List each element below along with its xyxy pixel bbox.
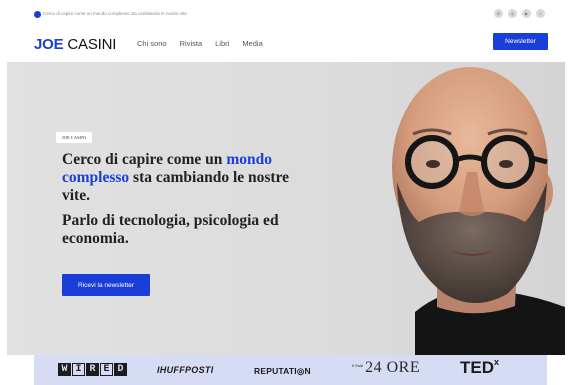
nav-item-media[interactable]: Media (242, 39, 262, 48)
hero-section: JOE CASINI Cerco di capire come un mondo… (7, 62, 565, 355)
sole-small-text: Il Sole (352, 363, 364, 368)
youtube-icon[interactable]: ▶ (522, 9, 531, 18)
hero-subheadline: Parlo di tecnologia, psicologia ed econo… (62, 212, 279, 247)
wired-letter: D (114, 363, 127, 376)
huffpost-logo: IHUFFPOSTI (157, 365, 214, 375)
tedx-logo: TEDx (460, 357, 500, 378)
social-links: in ◎ ▶ ♪ (494, 9, 545, 18)
logo-last-name: CASINI (67, 36, 117, 53)
logo-first-name: JOE (34, 36, 64, 53)
main-nav: Chi sono Rivista Libri Media (137, 39, 263, 48)
sole-big-text: 24 ORE (365, 359, 421, 376)
site-header: JOE CASINI Chi sono Rivista Libri Media … (0, 28, 573, 62)
wired-letter: I (72, 363, 85, 376)
site-logo[interactable]: JOE CASINI (34, 36, 116, 53)
wired-logo: W I R E D (58, 363, 127, 376)
hero-badge: JOE CASINI (56, 132, 92, 143)
hero-headline: Cerco di capire come un mondo complesso … (62, 151, 302, 205)
press-logos-strip: W I R E D IHUFFPOSTI REPUTATI◎N Il Sole … (34, 355, 547, 385)
subscribe-newsletter-button[interactable]: Ricevi la newsletter (62, 274, 150, 296)
tedx-sup: x (494, 357, 500, 367)
headline-text-start: Cerco di capire come un (62, 151, 227, 168)
reputation-logo: REPUTATI◎N (254, 366, 311, 376)
nav-item-libri[interactable]: Libri (215, 39, 229, 48)
sole-24-ore-logo: Il Sole 24 ORE (352, 360, 420, 376)
wired-letter: W (58, 363, 71, 376)
portrait-photo (392, 67, 565, 355)
wired-letter: R (86, 363, 99, 376)
newsletter-button[interactable]: Newsletter (493, 33, 548, 50)
globe-icon (34, 11, 41, 18)
top-tagline: Cerco di capire come un mondo complesso … (43, 11, 187, 16)
wired-letter: E (100, 363, 113, 376)
linkedin-icon[interactable]: in (494, 9, 503, 18)
tedx-main: TED (460, 358, 494, 377)
top-bar: Cerco di capire come un mondo complesso … (0, 0, 573, 28)
nav-item-chi-sono[interactable]: Chi sono (137, 39, 167, 48)
tiktok-icon[interactable]: ♪ (536, 9, 545, 18)
instagram-icon[interactable]: ◎ (508, 9, 517, 18)
nav-item-rivista[interactable]: Rivista (180, 39, 203, 48)
